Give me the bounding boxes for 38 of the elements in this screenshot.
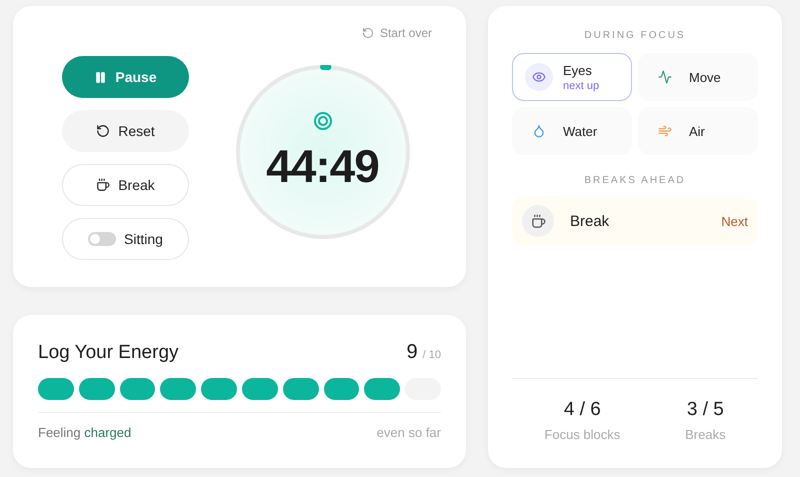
focus-activity-tile[interactable]: Eyes next up: [512, 53, 632, 101]
energy-title: Log Your Energy: [38, 342, 179, 364]
energy-segment[interactable]: [38, 378, 74, 400]
cup-icon: [96, 178, 110, 192]
section-heading: DURING FOCUS: [583, 30, 687, 41]
reset-icon: [96, 124, 110, 138]
focus-activity-tile[interactable]: Air: [638, 107, 758, 155]
break-label: Break: [570, 212, 610, 230]
energy-value: 9: [406, 341, 418, 363]
break-status: Next: [721, 214, 748, 228]
target-icon: [312, 110, 332, 130]
focus-activity-tile[interactable]: Water: [512, 107, 632, 155]
stat-value: 3 / 5: [686, 399, 724, 421]
stat-label: Focus blocks: [544, 427, 620, 442]
energy-segment[interactable]: [160, 378, 196, 400]
restart-icon: [362, 27, 374, 39]
energy-segment[interactable]: [201, 378, 237, 400]
stat-label: Breaks: [685, 427, 726, 442]
energy-note: even so far: [376, 425, 441, 440]
toggle-switch[interactable]: [88, 232, 116, 246]
energy-segment[interactable]: [120, 378, 156, 400]
reset-button[interactable]: Reset: [62, 110, 189, 152]
cup-icon: [530, 214, 546, 228]
energy-max: / 10: [422, 349, 441, 361]
focus-activity-tile[interactable]: Move: [638, 53, 758, 101]
pause-icon: [94, 70, 108, 84]
break-button[interactable]: Break: [62, 164, 189, 206]
timer-display: 44:49: [266, 138, 379, 192]
energy-segment[interactable]: [282, 378, 319, 400]
energy-segment[interactable]: [242, 378, 278, 400]
energy-segment[interactable]: [324, 378, 360, 400]
energy-segment[interactable]: [78, 378, 115, 400]
energy-segment[interactable]: [364, 378, 400, 400]
pause-button[interactable]: Pause: [62, 56, 189, 98]
feeling-text: Feeling charged: [38, 425, 132, 440]
stat-value: 4 / 6: [564, 399, 601, 421]
sitting-toggle-button[interactable]: Sitting: [62, 218, 189, 260]
section-heading: BREAKS AHEAD: [583, 175, 687, 186]
